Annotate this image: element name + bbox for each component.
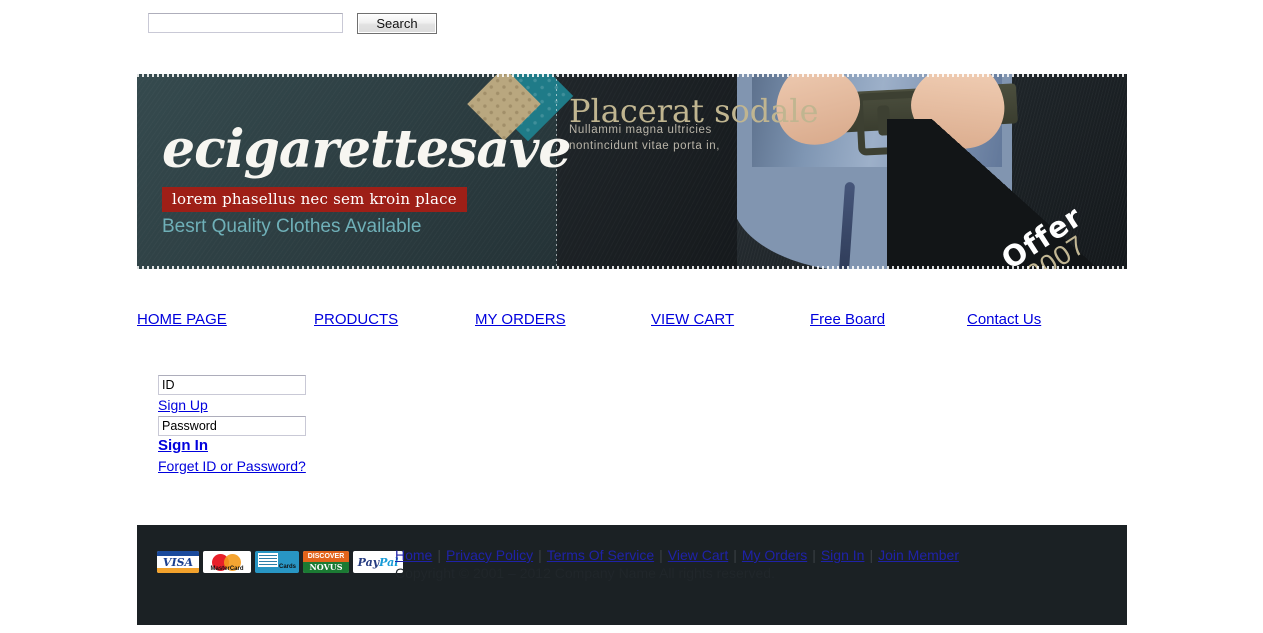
footer-separator: | <box>437 547 441 563</box>
nav-item-my-orders[interactable]: MY ORDERS <box>475 311 566 328</box>
footer-link-terms-of-service[interactable]: Terms Of Service <box>547 547 654 563</box>
nav-item-home-page[interactable]: HOME PAGE <box>137 311 227 328</box>
paypal-label-pay: Pay <box>357 555 380 569</box>
footer-link-home[interactable]: Home <box>395 547 432 563</box>
footer-link-join-member[interactable]: Join Member <box>878 547 959 563</box>
amex-label: Cards <box>278 564 296 570</box>
search-button[interactable]: Search <box>357 13 437 34</box>
footer-separator: | <box>812 547 816 563</box>
password-input[interactable] <box>158 416 306 436</box>
search-input[interactable] <box>148 13 343 33</box>
visa-stripe-bottom <box>157 568 199 573</box>
banner-subtitle: Besrt Quality Clothes Available <box>162 216 422 237</box>
nav-item-contact-us[interactable]: Contact Us <box>967 311 1041 328</box>
sign-in-link[interactable]: Sign In <box>158 436 308 456</box>
banner-divider <box>556 74 557 269</box>
nav-item-products[interactable]: PRODUCTS <box>314 311 398 328</box>
jeans-seam <box>838 181 856 269</box>
amex-card-icon: Cards <box>255 551 299 573</box>
footer-separator: | <box>869 547 874 563</box>
banner-red-tag: lorem phasellus nec sem kroin place <box>162 187 467 212</box>
brand-wordmark: ecigarettesave <box>162 119 571 180</box>
mastercard-card-icon: MasterCard <box>203 551 251 573</box>
nav-item-view-cart[interactable]: VIEW CART <box>651 311 734 328</box>
mastercard-label: MasterCard <box>210 566 244 572</box>
visa-label: VISA <box>162 555 194 569</box>
login-panel: Sign Up Sign In Forget ID or Password? <box>158 375 308 476</box>
hero-banner: Offer 2007 ecigarettesave lorem phasellu… <box>137 74 1127 269</box>
discover-card-icon: DISCOVER NOVUS <box>303 551 349 573</box>
sign-up-link[interactable]: Sign Up <box>158 395 308 415</box>
banner-top-dotted-edge <box>137 74 1127 77</box>
nav-item-free-board[interactable]: Free Board <box>810 311 885 328</box>
banner-mid-subtext: Nullammi magna ultricies nontincidunt vi… <box>569 124 721 152</box>
footer-separator: | <box>733 547 737 563</box>
visa-stripe-top <box>157 551 199 556</box>
footer-link-privacy-policy[interactable]: Privacy Policy <box>446 547 533 563</box>
search-bar: Search <box>148 13 437 34</box>
banner-bottom-dotted-edge <box>137 266 1127 269</box>
footer-link-view-cart[interactable]: View Cart <box>668 547 728 563</box>
discover-label-bottom: NOVUS <box>303 562 349 573</box>
password-field-wrap <box>158 416 308 436</box>
discover-label-top: DISCOVER <box>303 551 349 562</box>
payment-methods: VISA MasterCard Cards DISCOVER NOVUS Pay… <box>157 551 403 573</box>
forgot-credentials-link[interactable]: Forget ID or Password? <box>158 456 308 476</box>
footer-link-my-orders[interactable]: My Orders <box>742 547 807 563</box>
footer-separator: | <box>538 547 542 563</box>
footer-links: Home | Privacy Policy | Terms Of Service | Vie… <box>395 547 959 563</box>
site-footer: VISA MasterCard Cards DISCOVER NOVUS Pay… <box>137 525 1127 625</box>
main-navigation: HOME PAGE PRODUCTS MY ORDERS VIEW CART F… <box>137 311 1127 335</box>
visa-card-icon: VISA <box>157 551 199 573</box>
id-input[interactable] <box>158 375 306 395</box>
footer-separator: | <box>659 547 663 563</box>
amex-box <box>258 553 278 567</box>
footer-link-sign-in[interactable]: Sign In <box>821 547 865 563</box>
copyright-text: Copyright © 2001 – 2012 Company Name All… <box>395 565 775 581</box>
